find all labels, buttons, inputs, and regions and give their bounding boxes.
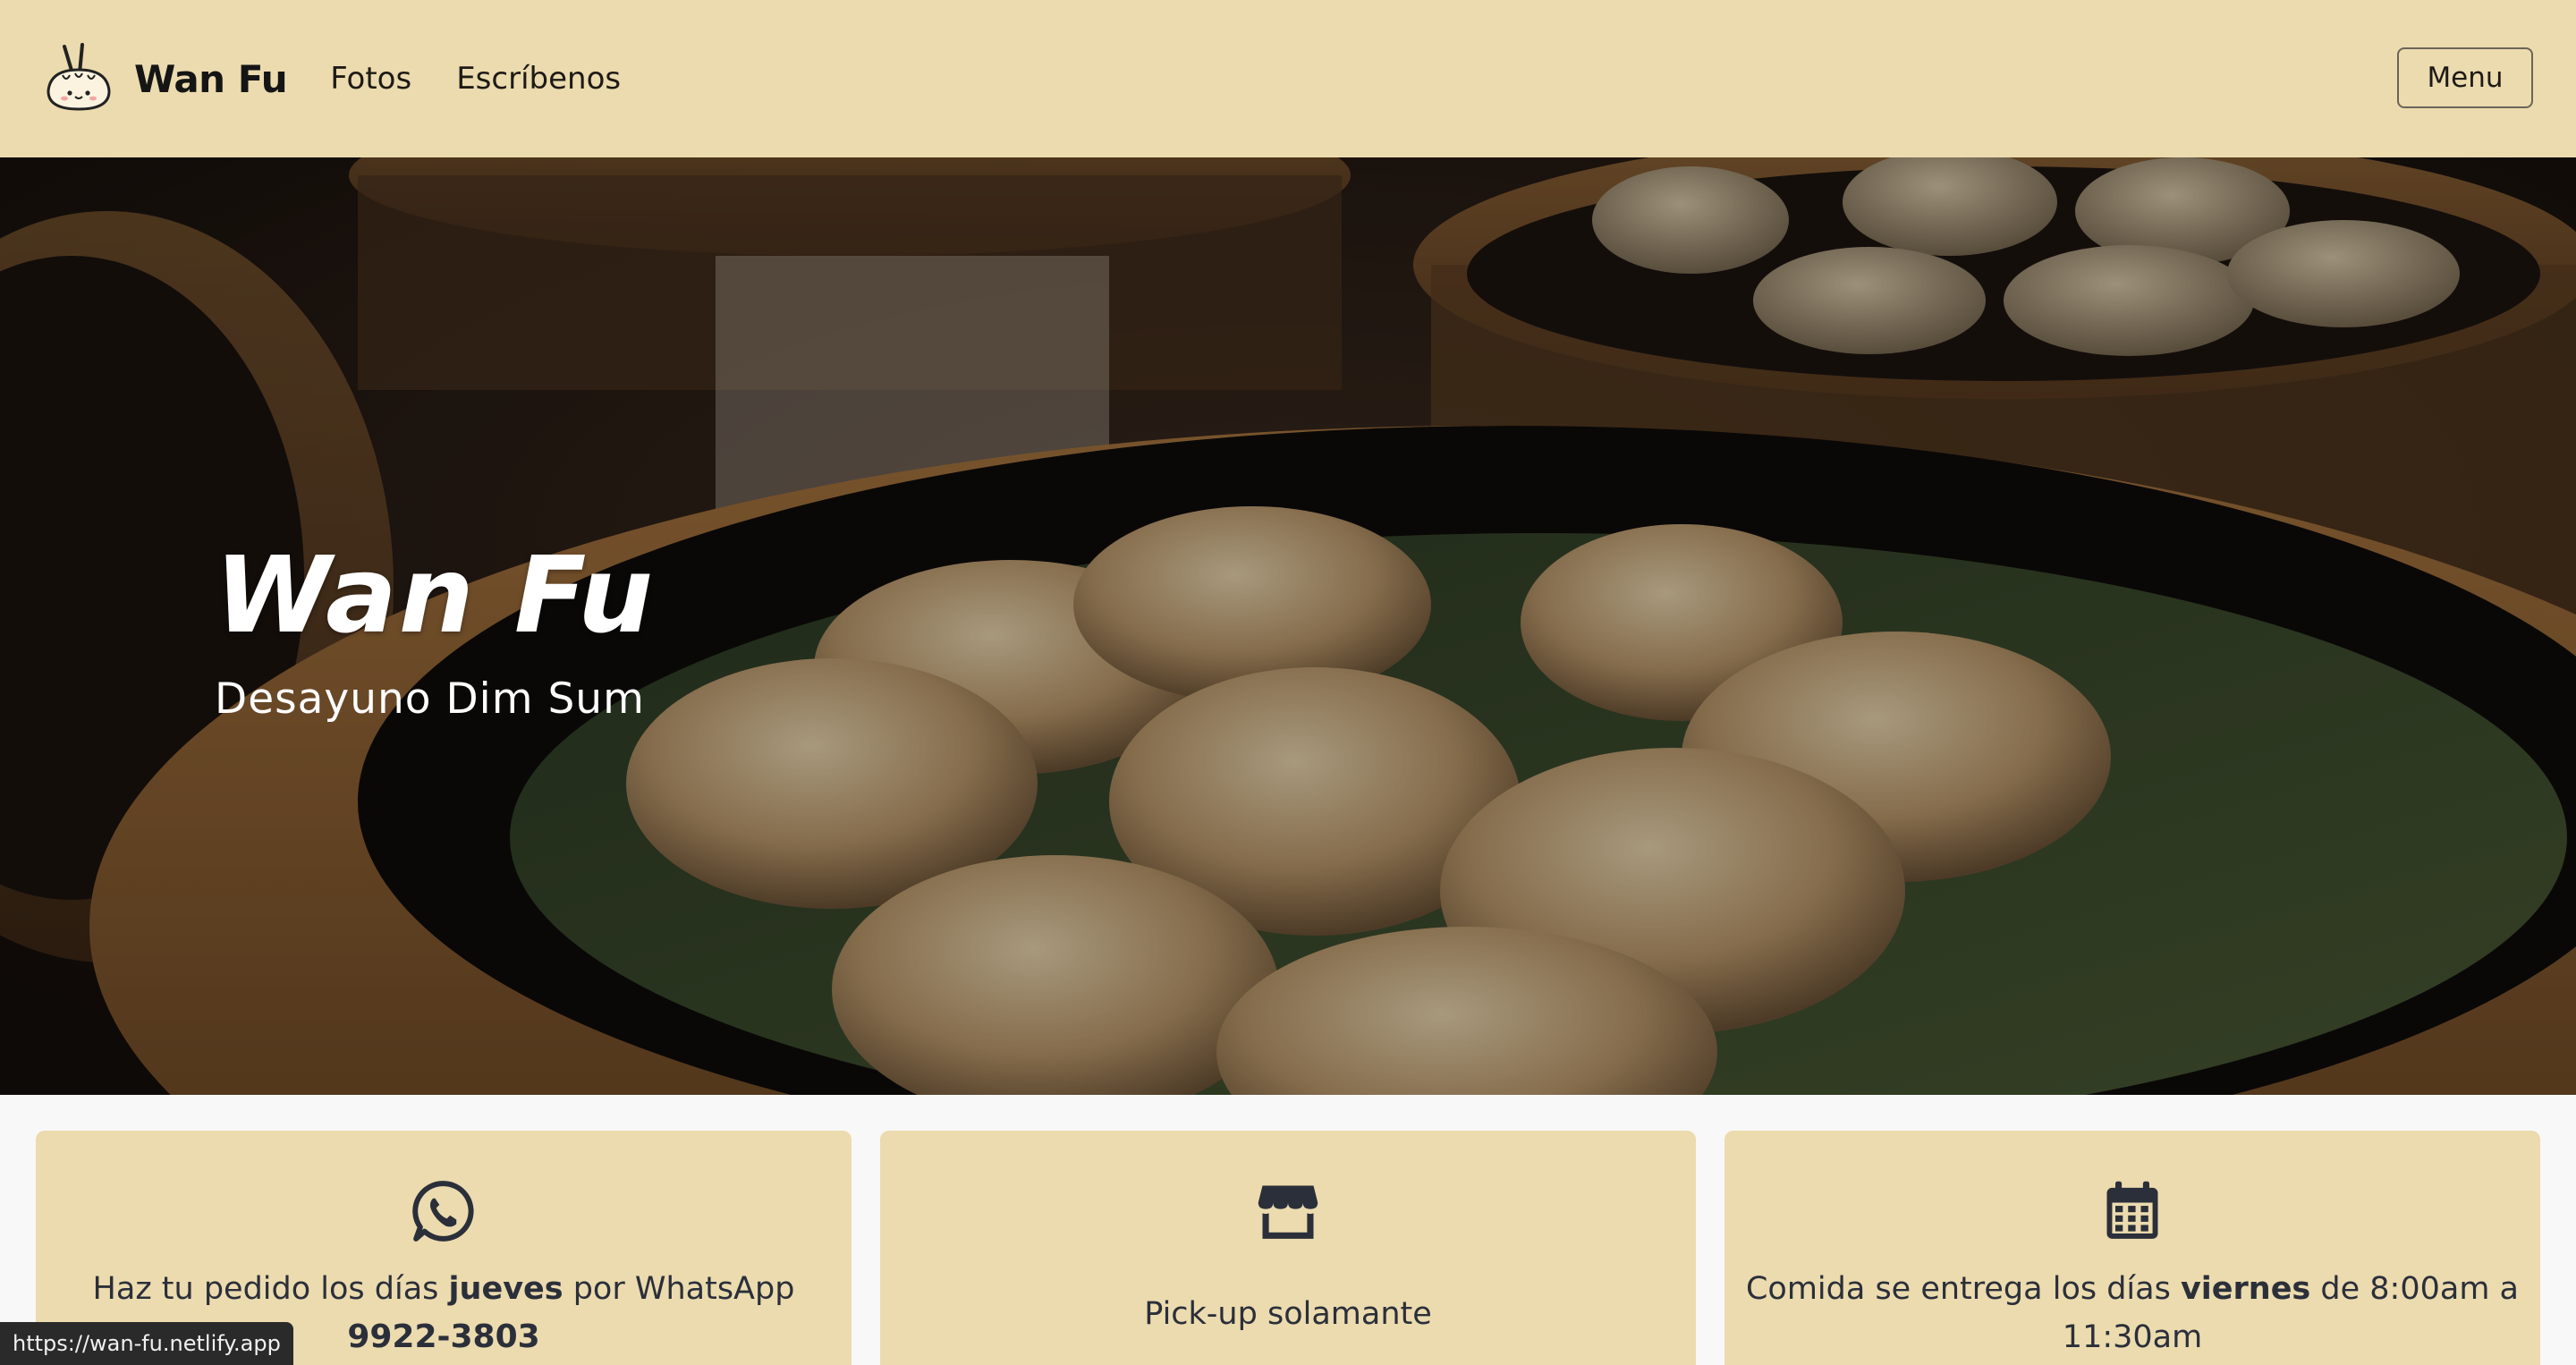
info-cards: Haz tu pedido los días jueves por WhatsA…: [36, 1131, 2540, 1365]
delivery-text-before: Comida se entrega los días: [1745, 1271, 2181, 1307]
status-url-bar: https://wan-fu.netlify.app: [0, 1322, 293, 1365]
order-text-before: Haz tu pedido los días: [92, 1271, 449, 1307]
hero-section: Wan Fu Desayuno Dim Sum: [0, 157, 2576, 1095]
order-text-after: por WhatsApp: [563, 1271, 795, 1307]
calendar-icon: [2106, 1181, 2158, 1239]
pickup-card: Pick-up solamante: [880, 1131, 1696, 1365]
dumpling-logo-icon: [47, 43, 111, 111]
order-day: jueves: [448, 1271, 564, 1307]
nav-link-escribenos[interactable]: Escríbenos: [456, 61, 621, 97]
hero-title: Wan Fu: [215, 533, 656, 657]
brand-link[interactable]: Wan Fu: [43, 43, 288, 114]
navbar: Wan Fu Fotos Escríbenos Menu: [0, 0, 2576, 157]
whatsapp-icon: [412, 1181, 474, 1242]
brand-name: Wan Fu: [134, 56, 288, 101]
pickup-text: Pick-up solamante: [1144, 1296, 1432, 1332]
hero-subtitle: Desayuno Dim Sum: [215, 674, 645, 724]
delivery-text: Comida se entrega los días viernes de 8:…: [1724, 1265, 2540, 1361]
store-icon: [1258, 1185, 1318, 1239]
nav-links: Fotos Escríbenos: [330, 61, 665, 97]
delivery-card: Comida se entrega los días viernes de 8:…: [1724, 1131, 2540, 1365]
order-text: Haz tu pedido los días jueves por WhatsA…: [93, 1265, 795, 1313]
nav-link-fotos[interactable]: Fotos: [330, 61, 411, 97]
menu-button[interactable]: Menu: [2397, 47, 2533, 108]
whatsapp-phone-link[interactable]: 9922-3803: [347, 1313, 539, 1361]
delivery-day: viernes: [2180, 1271, 2311, 1307]
